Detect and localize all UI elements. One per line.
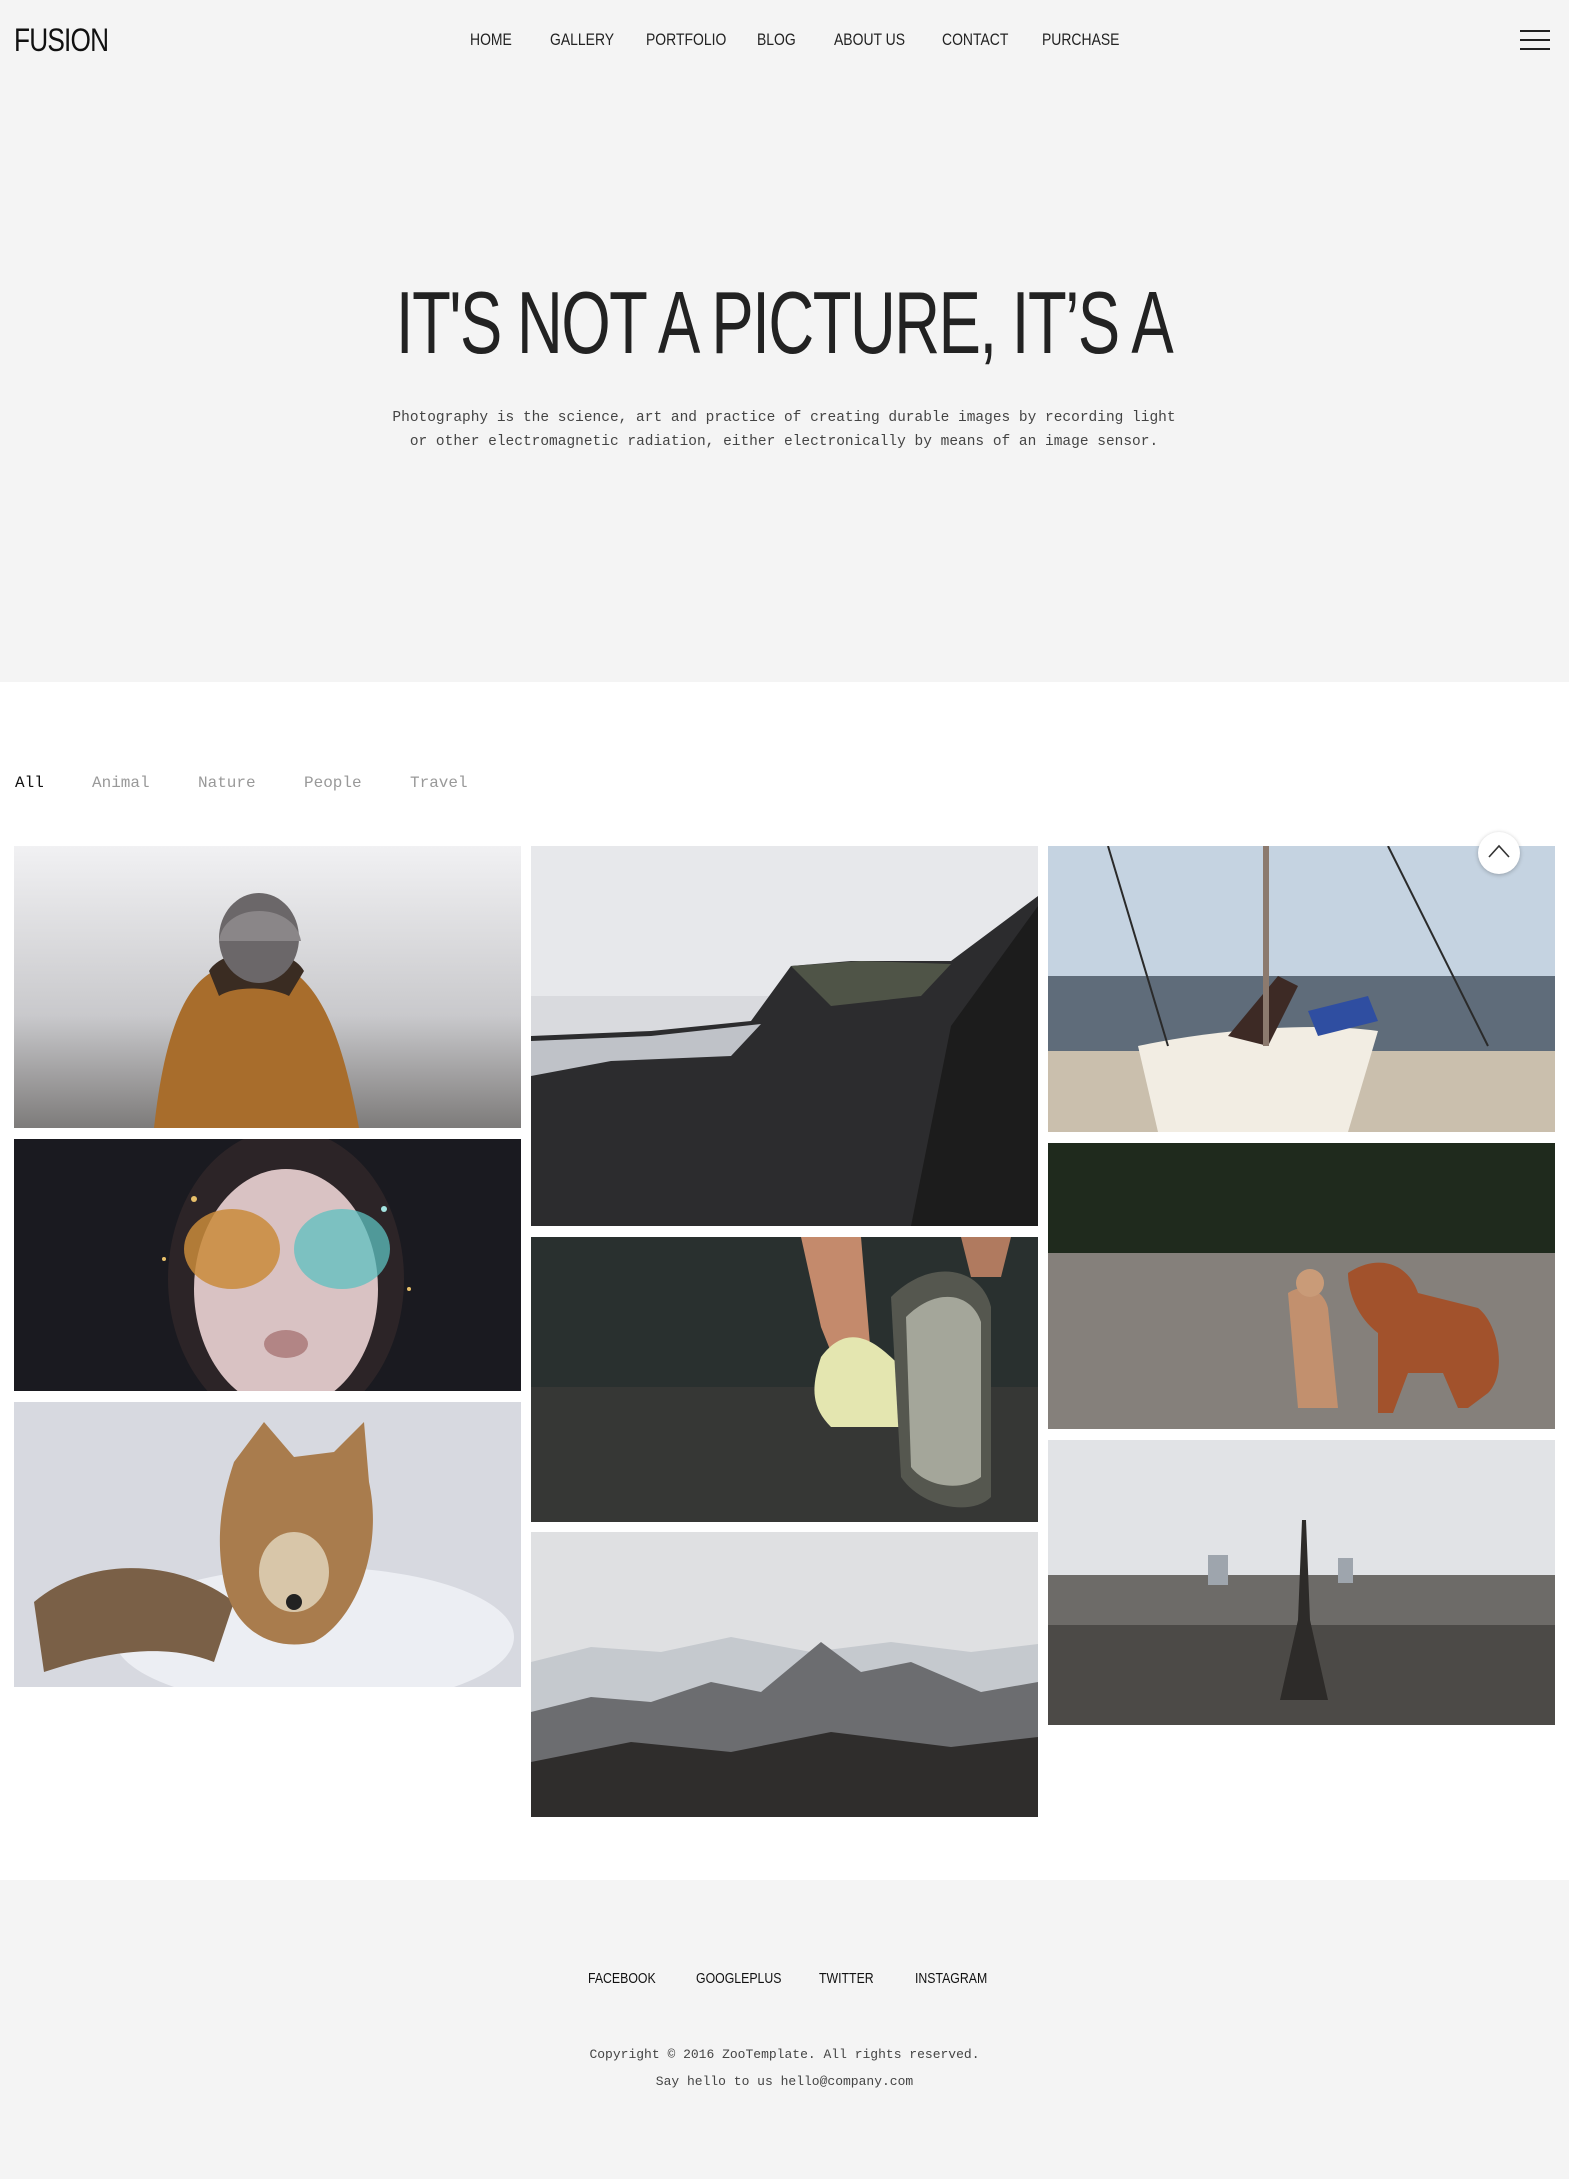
hero-section: FUSION HOME GALLERY PORTFOLIO BLOG ABOUT… [0, 0, 1569, 682]
hamburger-menu-icon[interactable] [1520, 30, 1550, 50]
scroll-to-top-button[interactable] [1478, 832, 1520, 874]
social-facebook[interactable]: FACEBOOK [588, 1970, 656, 1987]
nav-contact[interactable]: CONTACT [942, 30, 1008, 50]
gallery-photo-eiffel-tower[interactable] [1048, 1440, 1555, 1725]
nav-gallery[interactable]: GALLERY [550, 30, 614, 50]
copyright-text: Copyright © 2016 ZooTemplate. All rights… [589, 2047, 980, 2062]
filter-nature[interactable]: Nature [198, 774, 256, 792]
social-instagram[interactable]: INSTAGRAM [915, 1970, 987, 1987]
social-twitter[interactable]: TWITTER [819, 1970, 874, 1987]
filter-animal[interactable]: Animal [92, 774, 150, 792]
gallery-photo-mountain-cliff[interactable] [531, 846, 1038, 1226]
gallery-filters: All Animal Nature People Travel [0, 774, 700, 796]
social-googleplus[interactable]: GOOGLEPLUS [696, 1970, 781, 1987]
chevron-up-icon [1488, 844, 1510, 858]
gallery-photo-two-dogs[interactable] [1048, 1143, 1555, 1429]
nav-portfolio[interactable]: PORTFOLIO [646, 30, 726, 50]
contact-text: Say hello to us hello@company.com [655, 2074, 914, 2089]
filter-travel[interactable]: Travel [410, 774, 468, 792]
filter-all[interactable]: All [15, 774, 44, 792]
site-footer: FACEBOOK GOOGLEPLUS TWITTER INSTAGRAM Co… [0, 1880, 1569, 2179]
filter-people[interactable]: People [304, 774, 362, 792]
gallery-photo-fox-snow[interactable] [14, 1402, 521, 1687]
nav-purchase[interactable]: PURCHASE [1042, 30, 1119, 50]
gallery-photo-boat-beach[interactable] [1048, 846, 1555, 1132]
gallery-photo-glitter-face[interactable] [14, 1139, 521, 1391]
nav-blog[interactable]: BLOG [757, 30, 796, 50]
nav-about-us[interactable]: ABOUT US [834, 30, 905, 50]
hero-title: IT'S NOT A PICTURE, IT’S A [396, 273, 1174, 372]
gallery-photo-mountain-range[interactable] [531, 1532, 1038, 1817]
nav-home[interactable]: HOME [470, 30, 512, 50]
main-nav: HOME GALLERY PORTFOLIO BLOG ABOUT US CON… [0, 30, 1569, 54]
gallery-photo-running-shoes[interactable] [531, 1237, 1038, 1522]
hero-description: Photography is the science, art and prac… [392, 410, 1176, 450]
gallery-photo-person-beanie[interactable] [14, 846, 521, 1128]
